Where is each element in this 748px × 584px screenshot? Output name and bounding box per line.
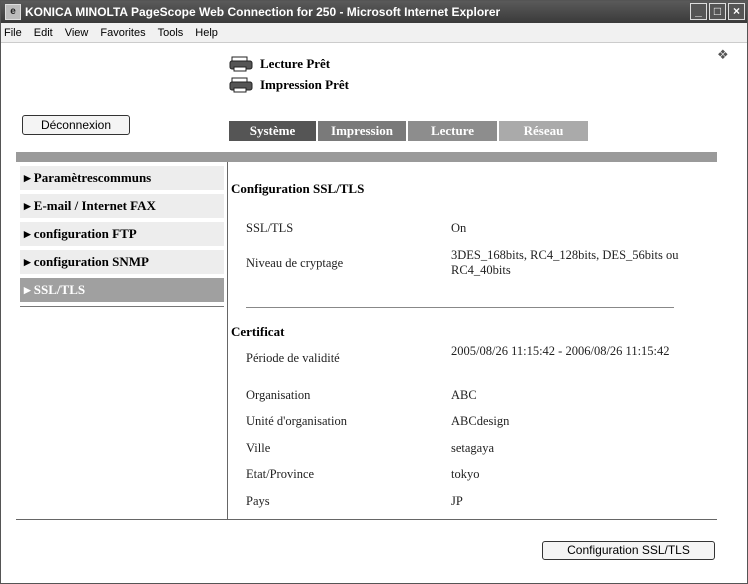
menu-help[interactable]: Help (195, 27, 218, 39)
city-label: Ville (246, 441, 271, 455)
logout-button[interactable]: Déconnexion (22, 115, 130, 135)
minimize-icon[interactable]: _ (690, 3, 707, 20)
org-unit-label: Unité d'organisation (246, 414, 347, 428)
maximize-icon[interactable]: □ (709, 3, 726, 20)
tab-systeme[interactable]: Système (229, 121, 316, 141)
certificate-section-title: Certificat (231, 324, 285, 339)
ssl-section-title: Configuration SSL/TLS (231, 181, 365, 196)
print-status-text: Impression Prêt (260, 77, 349, 92)
tab-lecture[interactable]: Lecture (408, 121, 497, 141)
sidebar-item-ssl-tls[interactable]: ▸ SSL/TLS (20, 278, 224, 302)
encryption-value: 3DES_168bits, RC4_128bits, DES_56bits ou… (451, 248, 679, 277)
country-value: JP (451, 494, 463, 508)
menu-edit[interactable]: Edit (34, 27, 53, 39)
browser-icon: e (5, 4, 21, 20)
menu-tools[interactable]: Tools (158, 27, 184, 39)
vertical-separator (227, 162, 228, 519)
organization-label: Organisation (246, 388, 311, 402)
page-header: Lecture Prêt Impression Prêt Déconnexion… (1, 44, 747, 152)
validity-label: Période de validité (246, 351, 340, 365)
close-icon[interactable]: × (728, 3, 745, 20)
window-title: KONICA MINOLTA PageScope Web Connection … (25, 5, 501, 19)
browser-window: e KONICA MINOLTA PageScope Web Connectio… (0, 0, 748, 584)
state-value: tokyo (451, 467, 480, 481)
organization-value: ABC (451, 388, 477, 402)
section-divider (246, 307, 674, 308)
tab-impression[interactable]: Impression (318, 121, 406, 141)
header-divider (16, 152, 717, 162)
print-status: Impression Prêt (229, 77, 349, 93)
footer-divider (16, 519, 717, 520)
encryption-label: Niveau de cryptage (246, 256, 344, 270)
sidebar-item-snmp[interactable]: ▸ configuration SNMP (20, 250, 224, 274)
window-controls: _ □ × (690, 3, 745, 20)
title-bar: e KONICA MINOLTA PageScope Web Connectio… (1, 1, 747, 23)
country-label: Pays (246, 494, 270, 508)
printer-icon (229, 77, 253, 93)
validity-value: 2005/08/26 11:15:42 - 2006/08/26 11:15:4… (451, 344, 670, 358)
ssl-value: On (451, 221, 467, 235)
menu-view[interactable]: View (65, 27, 89, 39)
org-unit-value: ABCdesign (451, 414, 510, 428)
scan-status-text: Lecture Prêt (260, 56, 331, 71)
sidebar: ▸ Paramètrescommuns ▸ E-mail / Internet … (16, 166, 224, 518)
sidebar-item-email-fax[interactable]: ▸ E-mail / Internet FAX (20, 194, 224, 218)
scan-status: Lecture Prêt (229, 56, 330, 72)
menu-file[interactable]: File (4, 27, 22, 39)
main-tabs: Système Impression Lecture Réseau (229, 121, 590, 141)
state-label: Etat/Province (246, 467, 315, 481)
tab-reseau[interactable]: Réseau (499, 121, 588, 141)
sidebar-item-parametres-communs[interactable]: ▸ Paramètrescommuns (20, 166, 224, 190)
ssl-label: SSL/TLS (246, 221, 294, 235)
printer-icon (229, 56, 253, 72)
sidebar-divider (20, 306, 224, 307)
city-value: setagaya (451, 441, 495, 455)
sidebar-item-ftp[interactable]: ▸ configuration FTP (20, 222, 224, 246)
menu-favorites[interactable]: Favorites (100, 27, 145, 39)
ssl-config-button[interactable]: Configuration SSL/TLS (542, 541, 715, 560)
menu-bar: File Edit View Favorites Tools Help ❖ (1, 23, 747, 62)
